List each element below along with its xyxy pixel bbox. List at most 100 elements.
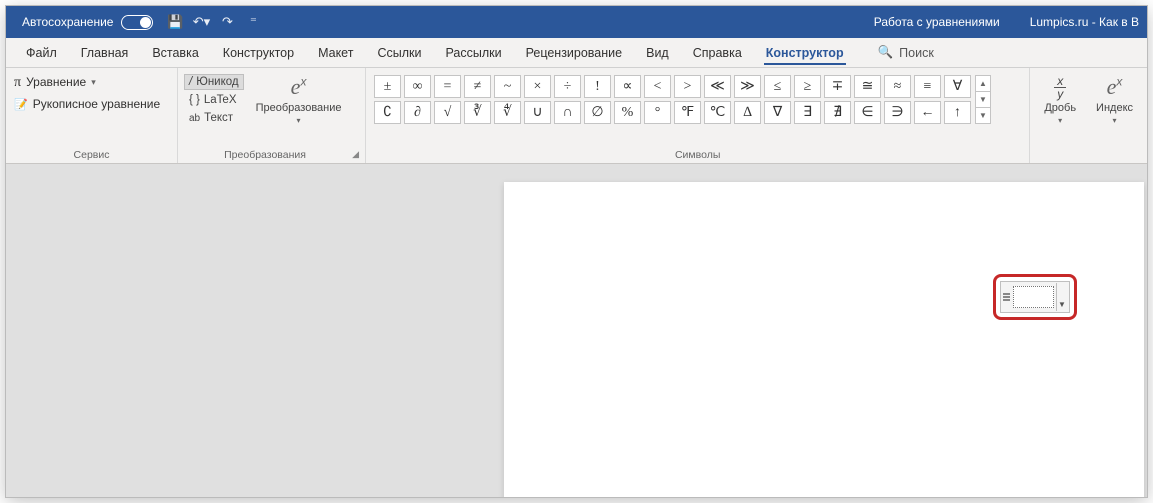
fraction-label: Дробь bbox=[1044, 102, 1076, 114]
symbol-cell[interactable]: ~ bbox=[494, 75, 521, 98]
title-bar: Автосохранение 💾 ↶▾ ↷ ⁼ Работа с уравнен… bbox=[6, 6, 1147, 38]
text-label: Текст bbox=[204, 112, 233, 124]
symbol-cell[interactable]: ÷ bbox=[554, 75, 581, 98]
symbol-cell[interactable]: ∅ bbox=[584, 101, 611, 124]
search-box[interactable]: 🔍 Поиск bbox=[878, 45, 934, 60]
tab-equation-design[interactable]: Конструктор bbox=[754, 38, 856, 67]
symbol-cell[interactable]: ∝ bbox=[614, 75, 641, 98]
autosave-toggle[interactable] bbox=[121, 15, 153, 30]
symbol-cell[interactable]: ± bbox=[374, 75, 401, 98]
tab-layout[interactable]: Макет bbox=[306, 38, 365, 67]
pi-icon: π bbox=[14, 73, 21, 91]
convert-button[interactable]: ex Преобразование ▾ bbox=[250, 72, 348, 127]
tab-review[interactable]: Рецензирование bbox=[514, 38, 635, 67]
dialog-launcher-icon[interactable]: ◢ bbox=[352, 149, 359, 160]
gallery-scroll[interactable]: ▲ ▼ ▼ bbox=[975, 75, 991, 124]
tab-design[interactable]: Конструктор bbox=[211, 38, 306, 67]
symbol-cell[interactable]: ≪ bbox=[704, 75, 731, 98]
symbol-cell[interactable]: ≅ bbox=[854, 75, 881, 98]
tab-help[interactable]: Справка bbox=[681, 38, 754, 67]
contextual-tab-label: Работа с уравнениями bbox=[860, 11, 1014, 33]
symbol-cell[interactable]: ∋ bbox=[884, 101, 911, 124]
symbol-cell[interactable]: < bbox=[644, 75, 671, 98]
symbol-cell[interactable]: ≡ bbox=[914, 75, 941, 98]
gallery-more-icon[interactable]: ▼ bbox=[976, 108, 990, 123]
symbol-cell[interactable]: ∀ bbox=[944, 75, 971, 98]
symbol-cell[interactable]: ← bbox=[914, 101, 941, 124]
symbol-cell[interactable]: ∁ bbox=[374, 101, 401, 124]
ink-equation-button[interactable]: 📝 Рукописное уравнение bbox=[12, 96, 171, 112]
symbol-cell[interactable]: × bbox=[524, 75, 551, 98]
symbol-cell[interactable]: ∇ bbox=[764, 101, 791, 124]
script-icon: ex bbox=[1107, 74, 1123, 100]
group-symbols-title: Символы bbox=[372, 147, 1023, 161]
group-conversions: /Юникод { }LaTeX abТекст ex Преобразован… bbox=[178, 68, 366, 163]
fraction-button[interactable]: xy Дробь ▾ bbox=[1038, 72, 1082, 127]
qat-customize-icon[interactable]: ⁼ bbox=[245, 14, 261, 30]
latex-label: LaTeX bbox=[204, 94, 237, 106]
symbol-cell[interactable]: ∛ bbox=[464, 101, 491, 124]
convert-label: Преобразование bbox=[256, 102, 342, 114]
symbol-cell[interactable]: ∆ bbox=[734, 101, 761, 124]
latex-option[interactable]: { }LaTeX bbox=[184, 92, 244, 108]
symbol-cell[interactable]: ≈ bbox=[884, 75, 911, 98]
group-symbols: ±∞=≠~×÷!∝<>≪≫≤≥∓≅≈≡∀ ∁∂√∛∜∪∩∅%°℉℃∆∇∃∄∈∋←↑… bbox=[366, 68, 1030, 163]
tab-view[interactable]: Вид bbox=[634, 38, 681, 67]
tab-insert[interactable]: Вставка bbox=[140, 38, 210, 67]
symbol-cell[interactable]: ∞ bbox=[404, 75, 431, 98]
symbol-cell[interactable]: ∜ bbox=[494, 101, 521, 124]
symbol-cell[interactable]: √ bbox=[434, 101, 461, 124]
unicode-option[interactable]: /Юникод bbox=[184, 74, 244, 90]
symbol-cell[interactable]: ∄ bbox=[824, 101, 851, 124]
equation-content-control[interactable]: ▼ bbox=[1000, 281, 1070, 313]
ink-icon: 📝 bbox=[14, 98, 28, 111]
symbol-cell[interactable]: ℃ bbox=[704, 101, 731, 124]
symbol-cell[interactable]: ∂ bbox=[404, 101, 431, 124]
symbol-cell[interactable]: = bbox=[434, 75, 461, 98]
script-label: Индекс bbox=[1096, 102, 1133, 114]
document-title: Lumpics.ru - Как в В bbox=[1030, 15, 1139, 29]
symbol-cell[interactable]: % bbox=[614, 101, 641, 124]
redo-icon[interactable]: ↷ bbox=[219, 14, 235, 30]
gallery-up-icon[interactable]: ▲ bbox=[976, 76, 990, 92]
autosave-label: Автосохранение bbox=[22, 15, 113, 29]
undo-icon[interactable]: ↶▾ bbox=[193, 14, 209, 30]
symbol-cell[interactable]: ∪ bbox=[524, 101, 551, 124]
save-icon[interactable]: 💾 bbox=[167, 14, 183, 30]
script-button[interactable]: ex Индекс ▾ bbox=[1090, 72, 1139, 127]
symbol-cell[interactable]: ° bbox=[644, 101, 671, 124]
document-area: ▼ bbox=[6, 164, 1147, 497]
tab-mailings[interactable]: Рассылки bbox=[433, 38, 513, 67]
symbol-cell[interactable]: ↑ bbox=[944, 101, 971, 124]
symbol-cell[interactable]: ! bbox=[584, 75, 611, 98]
equation-button[interactable]: π Уравнение▾ bbox=[12, 72, 171, 92]
symbol-cell[interactable]: ≠ bbox=[464, 75, 491, 98]
symbol-cell[interactable]: ≤ bbox=[764, 75, 791, 98]
ink-equation-label: Рукописное уравнение bbox=[33, 97, 160, 111]
symbol-cell[interactable]: ℉ bbox=[674, 101, 701, 124]
group-tools: π Уравнение▾ 📝 Рукописное уравнение Серв… bbox=[6, 68, 178, 163]
symbol-cell[interactable]: ≫ bbox=[734, 75, 761, 98]
text-option[interactable]: abТекст bbox=[184, 110, 244, 126]
equation-placeholder[interactable] bbox=[1013, 286, 1054, 308]
gallery-down-icon[interactable]: ▼ bbox=[976, 92, 990, 108]
symbol-cell[interactable]: ∓ bbox=[824, 75, 851, 98]
equation-label: Уравнение bbox=[26, 75, 86, 89]
tab-home[interactable]: Главная bbox=[69, 38, 141, 67]
fraction-icon: xy bbox=[1054, 75, 1066, 100]
group-tools-title: Сервис bbox=[12, 147, 171, 161]
search-label: Поиск bbox=[899, 46, 934, 60]
equation-handle-icon[interactable] bbox=[1003, 293, 1011, 301]
symbol-cell[interactable]: ∈ bbox=[854, 101, 881, 124]
equation-dropdown-icon[interactable]: ▼ bbox=[1056, 283, 1067, 311]
tab-file[interactable]: Файл bbox=[14, 38, 69, 67]
symbol-cell[interactable]: ≥ bbox=[794, 75, 821, 98]
symbol-cell[interactable]: > bbox=[674, 75, 701, 98]
ribbon-tabs: Файл Главная Вставка Конструктор Макет С… bbox=[6, 38, 1147, 68]
document-page[interactable] bbox=[504, 182, 1144, 497]
symbol-cell[interactable]: ∃ bbox=[794, 101, 821, 124]
group-conversions-title: Преобразования bbox=[224, 149, 306, 161]
group-structures: xy Дробь ▾ ex Индекс ▾ bbox=[1030, 68, 1147, 163]
symbol-cell[interactable]: ∩ bbox=[554, 101, 581, 124]
tab-references[interactable]: Ссылки bbox=[365, 38, 433, 67]
